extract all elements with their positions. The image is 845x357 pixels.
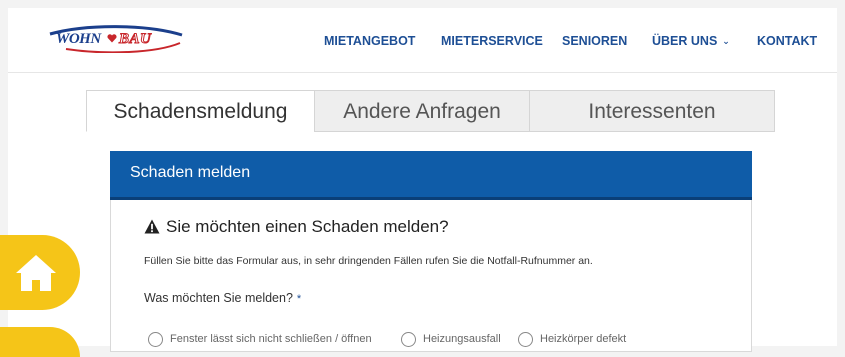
tab-interessenten[interactable]: Interessenten <box>529 90 775 132</box>
radio-option-label: Fenster lässt sich nicht schließen / öff… <box>170 333 372 345</box>
radio-option-label: Heizkörper defekt <box>540 333 627 345</box>
card-title: Schaden melden <box>130 164 251 181</box>
required-marker: * <box>296 293 302 305</box>
info-text: Füllen Sie bitte das Formular aus, in se… <box>144 255 593 267</box>
form-label-text: Was möchten Sie melden? <box>144 291 293 305</box>
sidebar-home-button[interactable] <box>0 235 80 310</box>
main-content: Schadensmeldung Andere Anfragen Interess… <box>8 72 837 352</box>
tab-divider <box>314 131 775 132</box>
home-icon <box>16 255 56 291</box>
damage-report-card: Schaden melden Sie möchten einen Schaden… <box>110 151 752 352</box>
tab-schadensmeldung[interactable]: Schadensmeldung <box>86 90 315 132</box>
warning-triangle-icon <box>144 219 160 234</box>
form-label: Was möchten Sie melden? * <box>144 291 301 305</box>
nav-item-ueber-uns-label: ÜBER UNS <box>652 34 718 48</box>
nav-item-kontakt[interactable]: KONTAKT <box>757 34 817 48</box>
nav-item-senioren[interactable]: SENIOREN <box>562 34 627 48</box>
card-question-heading: Sie möchten einen Schaden melden? <box>166 217 449 236</box>
radio-option-label: Heizungsausfall <box>423 333 501 345</box>
card-header: Schaden melden <box>110 151 752 200</box>
nav-item-mieterservice[interactable]: MIETERSERVICE <box>441 34 543 48</box>
tab-andere-anfragen[interactable]: Andere Anfragen <box>314 90 530 132</box>
nav-item-ueber-uns[interactable]: ÜBER UNS ⌄ <box>652 34 730 48</box>
chevron-down-icon: ⌄ <box>722 36 730 46</box>
nav-item-mietangebot[interactable]: MIETANGEBOT <box>324 34 415 48</box>
site-header: WOHN BAU MIETANGEBOT MIETERSERVICE SENIO… <box>8 8 837 72</box>
tab-bar: Schadensmeldung Andere Anfragen Interess… <box>86 90 775 132</box>
main-nav: MIETANGEBOT MIETERSERVICE SENIOREN ÜBER … <box>8 34 837 52</box>
